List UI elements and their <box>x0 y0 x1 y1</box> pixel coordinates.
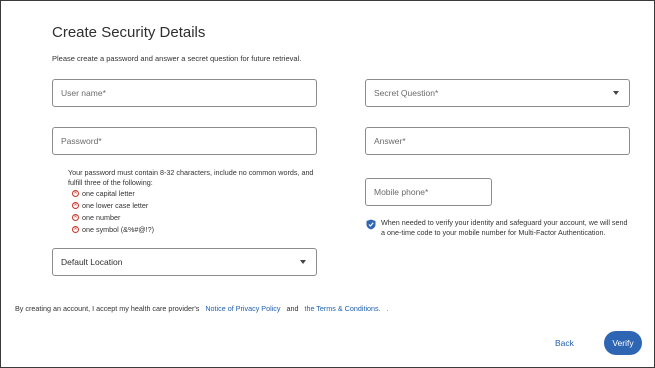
consent-text: By creating an account, I accept my heal… <box>15 304 389 313</box>
password-rule: ✕ one capital letter <box>72 189 135 198</box>
page-title: Create Security Details <box>52 24 206 41</box>
password-rule-label: one capital letter <box>82 189 135 198</box>
chevron-down-icon <box>300 260 306 264</box>
privacy-policy-link[interactable]: Notice of Privacy Policy <box>205 304 280 313</box>
password-rule-label: one symbol (&%#@!?) <box>82 225 155 234</box>
x-circle-icon: ✕ <box>72 214 79 221</box>
x-circle-icon: ✕ <box>72 190 79 197</box>
verify-button[interactable]: Verify <box>604 331 642 355</box>
password-rule: ✕ one lower case letter <box>72 201 148 210</box>
consent-and: and <box>286 304 299 313</box>
chevron-down-icon <box>613 91 619 95</box>
x-circle-icon: ✕ <box>72 202 79 209</box>
default-location-value: Default Location <box>61 257 123 267</box>
mobile-phone-field[interactable]: Mobile phone* <box>365 178 492 206</box>
secret-question-select[interactable]: Secret Question* <box>365 79 630 107</box>
password-rules-intro: Your password must contain 8-32 characte… <box>68 168 314 187</box>
answer-placeholder: Answer* <box>374 136 406 146</box>
password-rule: ✕ one symbol (&%#@!?) <box>72 225 154 234</box>
mobile-phone-placeholder: Mobile phone* <box>374 187 429 197</box>
consent-suffix: . <box>386 304 389 313</box>
answer-field[interactable]: Answer* <box>365 127 630 155</box>
page-subtitle: Please create a password and answer a se… <box>52 54 302 63</box>
x-circle-icon: ✕ <box>72 226 79 233</box>
username-placeholder: User name* <box>61 88 106 98</box>
password-rule-label: one number <box>82 213 121 222</box>
terms-link[interactable]: the Terms & Conditions. <box>304 304 380 313</box>
default-location-select[interactable]: Default Location <box>52 248 317 276</box>
secret-question-placeholder: Secret Question* <box>374 88 439 98</box>
password-rule-label: one lower case letter <box>82 201 149 210</box>
password-rule: ✕ one number <box>72 213 120 222</box>
shield-icon <box>366 219 376 230</box>
password-placeholder: Password* <box>61 136 102 146</box>
mfa-info-text: When needed to verify your identity and … <box>381 218 628 237</box>
password-field[interactable]: Password* <box>52 127 317 155</box>
back-button[interactable]: Back <box>555 338 574 348</box>
username-field[interactable]: User name* <box>52 79 317 107</box>
consent-prefix: By creating an account, I accept my heal… <box>15 304 200 313</box>
